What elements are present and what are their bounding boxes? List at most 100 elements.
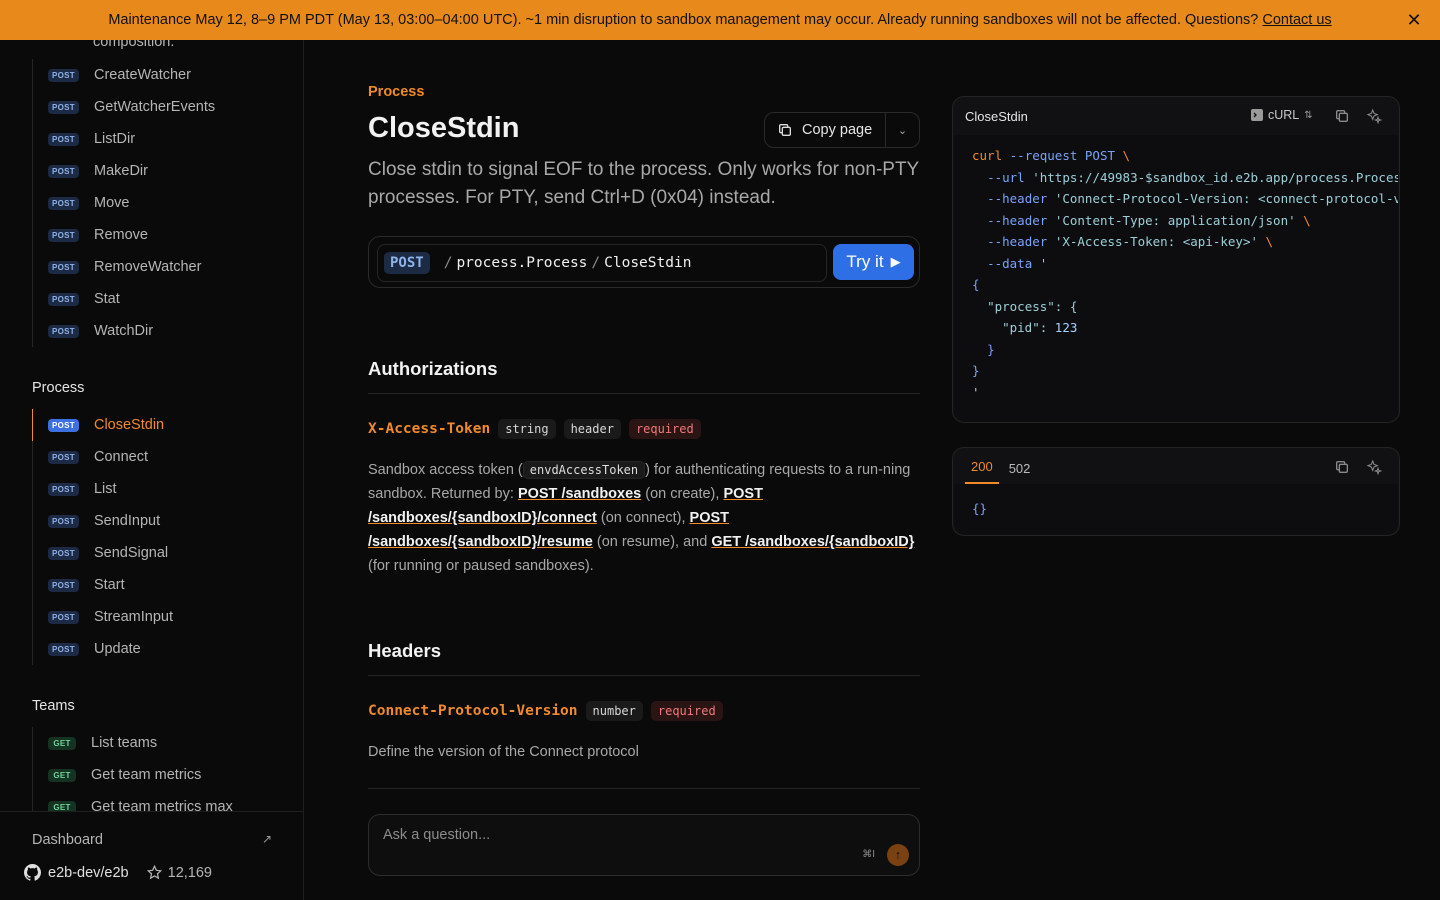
sidebar-item-label: SendSignal: [93, 545, 169, 561]
method-badge: GET: [48, 800, 76, 811]
method-badge: POST: [48, 68, 79, 82]
code-token: {}: [972, 501, 988, 516]
sidebar-item-watchdir[interactable]: POST WatchDir: [32, 315, 282, 347]
ask-input[interactable]: Ask a question...: [383, 827, 490, 843]
endpoint-path[interactable]: POST / process.Process / CloseStdin: [377, 244, 827, 282]
sidebar-item-move[interactable]: POST Move: [32, 187, 282, 219]
code-token: 'Connect-Protocol-Version: <connect-prot…: [1054, 191, 1398, 206]
code-token: 'https://49983-$sandbox_id.e2b.app/proce…: [1032, 169, 1398, 185]
page-description: Close stdin to signal EOF to the process…: [368, 159, 919, 208]
maintenance-banner: Maintenance May 12, 8–9 PM PDT (May 13, …: [0, 0, 1440, 40]
sidebar: composition. POST CreateWatcher POST GetWa…: [0, 40, 304, 900]
link-post-sandboxes[interactable]: POST /sandboxes: [518, 486, 641, 502]
path-segment: process.Process: [456, 255, 588, 271]
response-code-block[interactable]: {}: [954, 484, 1398, 535]
sidebar-nav[interactable]: composition. POST CreateWatcher POST GetWa…: [0, 40, 303, 811]
path-segment: CloseStdin: [604, 255, 692, 271]
language-selector[interactable]: cURL ⇅: [1251, 108, 1313, 122]
tab-502[interactable]: 502: [1003, 461, 1037, 484]
ask-question-box[interactable]: Ask a question... ⌘I ↑: [368, 814, 920, 876]
text-segment: (for running or paused sandboxes).: [368, 558, 594, 574]
method-badge: POST: [48, 100, 79, 114]
sidebar-item-removewatcher[interactable]: POST RemoveWatcher: [32, 251, 282, 283]
endpoint-bar: POST / process.Process / CloseStdin Try …: [368, 236, 920, 288]
copy-page-main[interactable]: Copy page: [765, 113, 886, 147]
try-it-button[interactable]: Try it ▶: [833, 244, 914, 280]
sidebar-item-getwatcherevents[interactable]: POST GetWatcherEvents: [32, 91, 282, 123]
contact-us-link[interactable]: Contact us: [1262, 12, 1331, 28]
sidebar-item-update[interactable]: POST Update: [32, 633, 282, 665]
param-type-chip: number: [585, 701, 643, 721]
copy-page-button[interactable]: Copy page ⌄: [764, 112, 920, 148]
sidebar-item-streaminput[interactable]: POST StreamInput: [32, 601, 282, 633]
code-token: --request: [1009, 148, 1078, 163]
sidebar-item-start[interactable]: POST Start: [32, 569, 282, 601]
sparkle-icon[interactable]: [1366, 108, 1382, 124]
copy-icon[interactable]: [1334, 459, 1350, 475]
sidebar-cut-text: composition.: [93, 40, 175, 50]
code-token: \: [1303, 212, 1311, 228]
sidebar-item-makedir[interactable]: POST MakeDir: [32, 155, 282, 187]
sidebar-item-createwatcher[interactable]: POST CreateWatcher: [32, 59, 282, 91]
sidebar-item-label: Move: [93, 195, 130, 211]
request-code-block[interactable]: curl --request POST \ --url 'https://499…: [954, 135, 1398, 422]
sidebar-item-list[interactable]: POST List: [32, 473, 282, 505]
method-badge: POST: [48, 642, 79, 656]
github-icon: [24, 864, 41, 881]
code-token: "pid":: [1002, 320, 1048, 335]
sidebar-item-label: List teams: [91, 735, 158, 751]
sidebar-item-label: Remove: [93, 227, 148, 243]
sidebar-heading-process: Process: [32, 380, 85, 396]
method-badge: POST: [48, 164, 79, 178]
sidebar-item-label: Get team metrics: [91, 767, 202, 783]
code-token: "process": {: [987, 298, 1078, 314]
request-example-panel: CloseStdin cURL ⇅ curl --request POST \ …: [952, 96, 1400, 423]
chevron-updown-icon: ⇅: [1304, 109, 1313, 121]
sidebar-item-label: Get team metrics max: [91, 799, 233, 811]
method-badge: POST: [48, 228, 79, 242]
page-eyebrow[interactable]: Process: [368, 84, 424, 100]
sidebar-footer: Dashboard ↗ e2b-dev/e2b 12,169: [0, 811, 303, 900]
sidebar-item-closestdin[interactable]: POST CloseStdin: [32, 409, 282, 441]
sidebar-item-sendsignal[interactable]: POST SendSignal: [32, 537, 282, 569]
divider: [368, 675, 920, 676]
sidebar-item-list-teams[interactable]: GET List teams: [32, 727, 282, 759]
sidebar-item-stat[interactable]: POST Stat: [32, 283, 282, 315]
try-it-label: Try it: [846, 252, 884, 271]
tab-200[interactable]: 200: [965, 459, 999, 484]
filesystem-group: POST CreateWatcher POST GetWatcherEvents P…: [32, 59, 282, 347]
method-badge: POST: [48, 578, 79, 592]
external-link-icon: ↗: [262, 832, 273, 846]
dashboard-link[interactable]: Dashboard: [32, 832, 103, 848]
sidebar-item-label: WatchDir: [93, 323, 154, 339]
sidebar-item-get-team-metrics[interactable]: GET Get team metrics: [32, 759, 282, 791]
method-badge: POST: [48, 324, 79, 338]
sidebar-item-remove[interactable]: POST Remove: [32, 219, 282, 251]
sidebar-item-sendinput[interactable]: POST SendInput: [32, 505, 282, 537]
sidebar-item-label: Stat: [93, 291, 120, 307]
sidebar-item-label: GetWatcherEvents: [93, 99, 216, 115]
response-example-panel: 200 502 {}: [952, 447, 1400, 536]
link-get-sandbox[interactable]: GET /sandboxes/{sandboxID}: [711, 534, 914, 550]
sparkle-icon[interactable]: [1366, 459, 1382, 475]
sidebar-item-get-team-metrics-max[interactable]: GET Get team metrics max: [32, 791, 282, 811]
divider: [368, 393, 920, 394]
send-arrow-icon[interactable]: ↑: [887, 844, 909, 866]
param-required-chip: required: [650, 701, 723, 721]
close-icon[interactable]: ✕: [1404, 10, 1424, 30]
code-token: --header: [987, 234, 1048, 249]
authorizations-heading: Authorizations: [368, 358, 498, 379]
sidebar-item-connect[interactable]: POST Connect: [32, 441, 282, 473]
page-title: CloseStdin: [368, 112, 520, 144]
chevron-down-icon[interactable]: ⌄: [886, 124, 919, 137]
endpoint-method-badge: POST: [384, 252, 430, 274]
code-token: }: [987, 341, 995, 357]
method-badge: POST: [48, 292, 79, 306]
sidebar-item-label: SendInput: [93, 513, 161, 529]
copy-icon[interactable]: [1334, 108, 1350, 124]
sidebar-item-listdir[interactable]: POST ListDir: [32, 123, 282, 155]
code-token: 'X-Access-Token: <api-key>': [1054, 234, 1259, 249]
github-repo-link[interactable]: e2b-dev/e2b 12,169: [24, 864, 212, 881]
code-token: ': [1039, 255, 1048, 271]
method-badge: GET: [48, 768, 76, 782]
